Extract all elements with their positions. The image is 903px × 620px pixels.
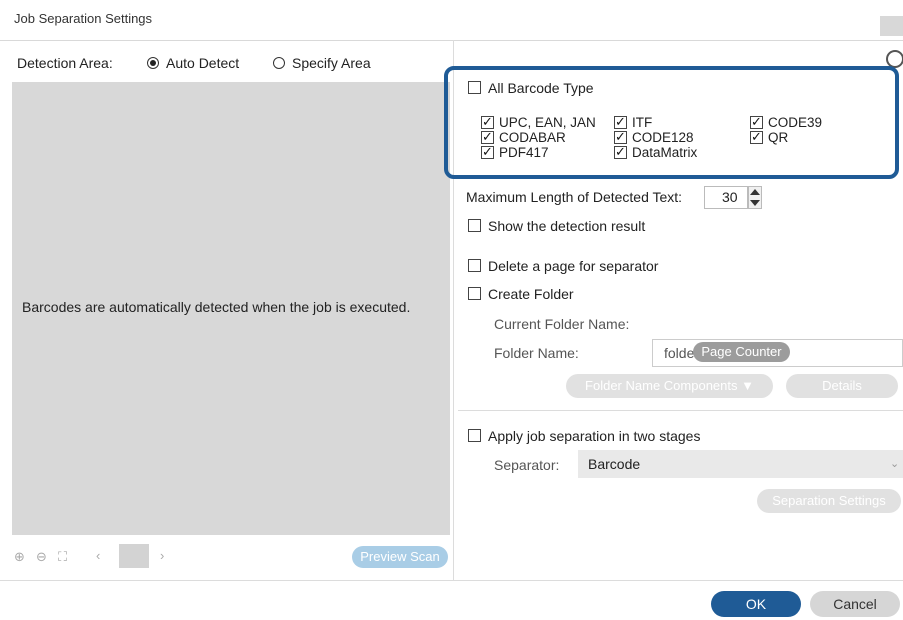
show-detection-label[interactable]: Show the detection result bbox=[488, 218, 645, 234]
zoom-out-icon[interactable]: ⊖ bbox=[36, 549, 47, 565]
separation-settings-button[interactable]: Separation Settings bbox=[757, 489, 901, 513]
specify-area-label[interactable]: Specify Area bbox=[292, 55, 371, 71]
next-page-icon[interactable]: › bbox=[160, 548, 164, 563]
barcode-code128-checkbox[interactable] bbox=[614, 129, 627, 145]
chevron-down-icon: ⌄ bbox=[890, 458, 900, 470]
barcode-datamatrix-checkbox[interactable] bbox=[614, 144, 627, 160]
fit-page-icon[interactable]: ⛶ bbox=[58, 549, 67, 565]
show-detection-checkbox[interactable] bbox=[468, 219, 481, 232]
barcode-upc-label: UPC, EAN, JAN bbox=[499, 115, 596, 130]
two-stage-label[interactable]: Apply job separation in two stages bbox=[488, 428, 700, 444]
barcode-code39-checkbox[interactable] bbox=[750, 114, 763, 130]
separator-value: Barcode bbox=[588, 456, 641, 472]
delete-page-label[interactable]: Delete a page for separator bbox=[488, 258, 658, 274]
window-control-button[interactable] bbox=[880, 16, 903, 36]
barcode-qr-label: QR bbox=[768, 130, 789, 145]
barcode-pdf417-checkbox[interactable] bbox=[481, 144, 494, 160]
barcode-code128-label: CODE128 bbox=[632, 130, 694, 145]
auto-detect-radio[interactable] bbox=[147, 57, 159, 69]
barcode-code39-label: CODE39 bbox=[768, 115, 823, 130]
previous-page-icon[interactable]: ‹ bbox=[96, 548, 100, 563]
all-barcode-type-checkbox[interactable] bbox=[468, 81, 481, 94]
current-folder-name-label: Current Folder Name: bbox=[494, 316, 630, 332]
barcode-itf-label: ITF bbox=[632, 115, 653, 130]
window-title: Job Separation Settings bbox=[14, 11, 153, 26]
barcode-codabar-label: CODABAR bbox=[499, 130, 566, 145]
max-length-value: 30 bbox=[722, 189, 738, 205]
create-folder-label[interactable]: Create Folder bbox=[488, 286, 574, 302]
section-divider bbox=[458, 410, 903, 411]
barcode-upc-checkbox[interactable] bbox=[481, 114, 494, 130]
max-length-label: Maximum Length of Detected Text: bbox=[466, 189, 683, 205]
specify-area-radio[interactable] bbox=[273, 57, 285, 69]
barcode-datamatrix-label: DataMatrix bbox=[632, 145, 698, 160]
page-number-box[interactable] bbox=[119, 544, 149, 568]
separator-label: Separator: bbox=[494, 457, 560, 473]
auto-detect-label[interactable]: Auto Detect bbox=[166, 55, 239, 71]
delete-page-checkbox[interactable] bbox=[468, 259, 481, 272]
footer-divider bbox=[0, 580, 903, 581]
zoom-in-icon[interactable]: ⊕ bbox=[14, 549, 25, 565]
increment-arrow-icon[interactable] bbox=[750, 189, 760, 195]
folder-name-label: Folder Name: bbox=[494, 345, 579, 361]
barcode-codabar-checkbox[interactable] bbox=[481, 129, 494, 145]
decrement-arrow-icon[interactable] bbox=[750, 200, 760, 206]
detection-area-label: Detection Area: bbox=[17, 55, 113, 71]
preview-scan-button[interactable]: Preview Scan bbox=[352, 546, 448, 568]
ok-button[interactable]: OK bbox=[711, 591, 801, 617]
barcode-qr-checkbox[interactable] bbox=[750, 129, 763, 145]
barcode-pdf417-label: PDF417 bbox=[499, 145, 549, 160]
two-stage-checkbox[interactable] bbox=[468, 429, 481, 442]
barcode-itf-checkbox[interactable] bbox=[614, 114, 627, 130]
preview-message: Barcodes are automatically detected when… bbox=[22, 299, 411, 315]
cancel-button[interactable]: Cancel bbox=[810, 591, 900, 617]
folder-name-components-button[interactable]: Folder Name Components ▼ bbox=[566, 374, 773, 398]
page-counter-token: Page Counter bbox=[693, 342, 790, 362]
all-barcode-type-label[interactable]: All Barcode Type bbox=[488, 80, 594, 96]
details-button[interactable]: Details bbox=[786, 374, 898, 398]
create-folder-checkbox[interactable] bbox=[468, 287, 481, 300]
